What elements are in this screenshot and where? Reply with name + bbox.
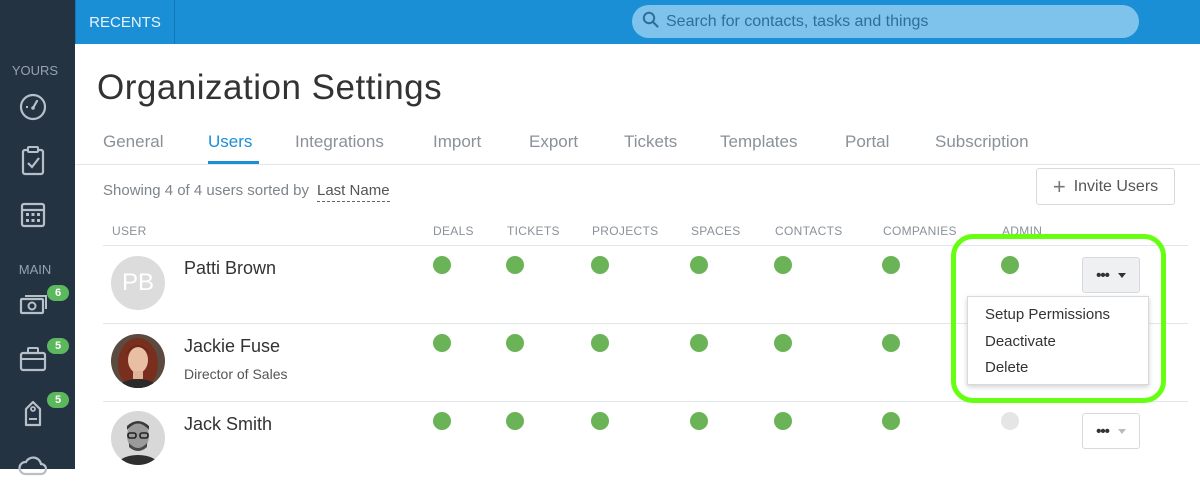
tickets-access-dot[interactable]	[506, 334, 524, 352]
projects-access-dot[interactable]	[591, 334, 609, 352]
column-header-companies: COMPANIES	[883, 224, 957, 238]
more-icon: •••	[1096, 422, 1110, 440]
user-name[interactable]: Jackie Fuse	[184, 336, 280, 357]
projects-access-dot[interactable]	[591, 256, 609, 274]
top-bar: RECENTS	[0, 0, 1200, 44]
sidebar: YOURS MAIN 6 5 5	[0, 0, 75, 476]
user-name[interactable]: Patti Brown	[184, 258, 276, 279]
sidebar-section-yours: YOURS	[11, 63, 59, 78]
tab-templates[interactable]: Templates	[720, 132, 797, 152]
tab-portal[interactable]: Portal	[845, 132, 889, 152]
clipboard-check-icon[interactable]	[16, 144, 50, 178]
search-icon	[642, 11, 659, 33]
plus-icon: +	[1052, 173, 1066, 199]
admin-access-dot[interactable]	[1001, 412, 1019, 430]
tab-integrations[interactable]: Integrations	[295, 132, 384, 152]
tickets-access-dot[interactable]	[506, 412, 524, 430]
projects-access-dot[interactable]	[591, 412, 609, 430]
users-count-summary: Showing 4 of 4 users sorted by	[103, 182, 309, 199]
spaces-access-dot[interactable]	[690, 412, 708, 430]
projects-count-badge: 5	[47, 338, 69, 354]
tab-users[interactable]: Users	[208, 132, 252, 152]
avatar: PB	[111, 256, 165, 310]
dashboard-icon[interactable]	[16, 90, 50, 124]
deals-count-badge: 6	[47, 285, 69, 301]
deals-access-dot[interactable]	[433, 256, 451, 274]
user-name[interactable]: Jack Smith	[184, 414, 272, 435]
contacts-access-dot[interactable]	[774, 256, 792, 274]
tab-export[interactable]: Export	[529, 132, 578, 152]
sort-field-selector[interactable]: Last Name	[317, 182, 390, 202]
avatar	[111, 334, 165, 388]
tab-tickets[interactable]: Tickets	[624, 132, 677, 152]
active-tab-indicator	[208, 161, 259, 164]
contacts-access-dot[interactable]	[774, 334, 792, 352]
tickets-count-badge: 5	[47, 392, 69, 408]
contacts-access-dot[interactable]	[774, 412, 792, 430]
calendar-icon[interactable]	[16, 198, 50, 232]
companies-access-dot[interactable]	[882, 256, 900, 274]
column-header-contacts: CONTACTS	[775, 224, 843, 238]
spaces-access-dot[interactable]	[690, 334, 708, 352]
tab-import[interactable]: Import	[433, 132, 481, 152]
spaces-access-dot[interactable]	[690, 256, 708, 274]
column-header-spaces: SPACES	[691, 224, 741, 238]
cloud-icon[interactable]	[16, 450, 50, 484]
avatar	[111, 411, 165, 465]
ticket-icon[interactable]	[16, 396, 50, 430]
sidebar-section-main: MAIN	[18, 262, 52, 277]
money-icon[interactable]	[16, 288, 50, 322]
search-input[interactable]	[666, 12, 1116, 31]
page-title: Organization Settings	[97, 68, 443, 107]
deals-access-dot[interactable]	[433, 412, 451, 430]
invite-users-button[interactable]: + Invite Users	[1036, 168, 1175, 205]
column-header-deals: DEALS	[433, 224, 474, 238]
tab-general[interactable]: General	[103, 132, 163, 152]
search-box[interactable]	[632, 5, 1139, 38]
chevron-down-icon	[1117, 428, 1126, 434]
highlight-annotation	[951, 234, 1166, 403]
user-job-title: Director of Sales	[184, 366, 288, 382]
companies-access-dot[interactable]	[882, 334, 900, 352]
tab-subscription[interactable]: Subscription	[935, 132, 1029, 152]
column-header-tickets: TICKETS	[507, 224, 560, 238]
settings-tabs: General Users Integrations Import Export…	[75, 120, 1200, 165]
companies-access-dot[interactable]	[882, 412, 900, 430]
tickets-access-dot[interactable]	[506, 256, 524, 274]
briefcase-icon[interactable]	[16, 342, 50, 376]
column-header-user: USER	[112, 224, 147, 238]
recents-button[interactable]: RECENTS	[75, 0, 175, 44]
invite-users-label: Invite Users	[1073, 177, 1159, 195]
deals-access-dot[interactable]	[433, 334, 451, 352]
row-actions-button[interactable]: •••	[1082, 413, 1140, 449]
column-header-projects: PROJECTS	[592, 224, 659, 238]
